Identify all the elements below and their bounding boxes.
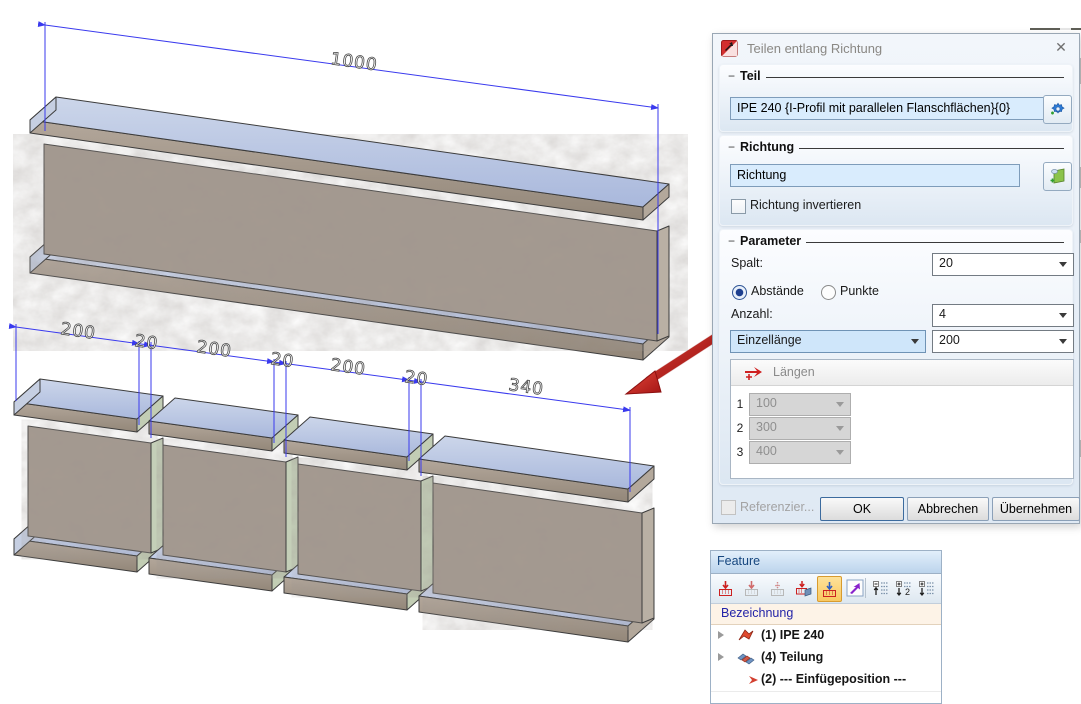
profile-icon [738, 629, 754, 641]
insert-position-arrow-icon [743, 676, 758, 684]
group-parameter-label: Parameter [740, 234, 802, 248]
background-window-edge-gap [1060, 28, 1071, 30]
part-settings-button[interactable] [1043, 95, 1072, 124]
part-field[interactable]: IPE 240 {I-Profil mit parallelen Flansch… [730, 97, 1044, 120]
division-icon [737, 653, 755, 665]
richtung-field[interactable]: Richtung [730, 164, 1020, 187]
group-richtung: Richtung Richtung Richtung invertieren [719, 135, 1073, 226]
insert-feature-icon[interactable] [714, 576, 737, 600]
jump-insert-position-icon[interactable] [843, 576, 866, 600]
feature-toolbar: 2 [711, 574, 941, 604]
svg-text:20: 20 [269, 349, 295, 372]
referenzieren-checkbox [721, 500, 736, 515]
svg-text:2: 2 [905, 587, 910, 597]
anzahl-combobox[interactable]: 4 [932, 304, 1074, 327]
ok-button[interactable]: OK [820, 497, 904, 521]
laengen-table-header[interactable]: Längen [731, 360, 1073, 386]
beam-segment[interactable] [13, 378, 164, 573]
svg-text:20: 20 [403, 367, 429, 390]
split-dialog: Teilen entlang Richtung ✕ Teil IPE 240 {… [712, 33, 1080, 524]
feature-list-disabled-icon[interactable] [766, 576, 789, 600]
einzellaenge-combobox[interactable]: 200 [932, 330, 1074, 353]
move-up-list-icon[interactable] [869, 576, 892, 600]
row-number: 2 [736, 421, 744, 435]
close-icon[interactable]: ✕ [1053, 39, 1069, 55]
dialog-app-icon [721, 40, 738, 57]
beam-segment[interactable] [148, 397, 299, 592]
feature-panel: Feature 2 Bezeichnung (1) IPE 240 (4) Te… [710, 550, 942, 704]
dim-total-label: 1000 [329, 49, 379, 75]
sort-numbered-list-icon[interactable]: 2 [892, 576, 915, 600]
expand-chevron-icon[interactable] [718, 653, 724, 661]
row-number: 1 [736, 397, 744, 411]
feature-tree-row-ipe240[interactable]: (1) IPE 240 [711, 625, 941, 648]
chevron-down-icon [911, 339, 919, 344]
length-row-combobox: 400 [749, 441, 851, 464]
group-parameter: Parameter Spalt: 20 Abstände Punkte Anza… [719, 229, 1074, 485]
beam-full[interactable] [29, 96, 670, 361]
feature-tree-header[interactable]: Bezeichnung [711, 604, 941, 625]
svg-text:200: 200 [59, 319, 97, 344]
anzahl-label: Anzahl: [731, 307, 773, 321]
feature-copy-icon[interactable] [792, 576, 815, 600]
group-teil-label: Teil [740, 69, 761, 83]
beam-segment[interactable] [418, 435, 655, 643]
abstaende-radio[interactable] [732, 285, 747, 300]
chevron-down-icon [836, 450, 844, 455]
dialog-titlebar[interactable]: Teilen entlang Richtung ✕ [713, 34, 1079, 62]
length-mode-combobox[interactable]: Einzellänge [730, 330, 926, 353]
feature-tree-header-label: Bezeichnung [721, 606, 794, 620]
chevron-down-icon [836, 426, 844, 431]
referenzieren-label: Referenzier... [740, 500, 815, 514]
pick-direction-button[interactable] [1043, 162, 1072, 191]
svg-text:200: 200 [329, 355, 367, 380]
svg-text:20: 20 [133, 331, 159, 354]
move-down-list-icon[interactable] [915, 576, 938, 600]
abstaende-label: Abstände [751, 284, 804, 298]
chevron-down-icon [1059, 262, 1067, 267]
feature-tree-row-teilung[interactable]: (4) Teilung [711, 647, 941, 670]
svg-text:200: 200 [195, 337, 233, 362]
laengen-header-label: Längen [773, 365, 815, 379]
invert-direction-label: Richtung invertieren [750, 198, 862, 212]
insert-feature-disabled-icon[interactable] [740, 576, 763, 600]
gear-plus-icon [1051, 102, 1065, 115]
length-row-combobox: 300 [749, 417, 851, 440]
length-row-combobox: 100 [749, 393, 851, 416]
invert-direction-checkbox[interactable] [731, 199, 746, 214]
group-richtung-label: Richtung [740, 140, 795, 154]
chevron-down-icon [1059, 313, 1067, 318]
spalt-combobox[interactable]: 20 [932, 253, 1074, 276]
feature-panel-title: Feature [717, 554, 761, 568]
feature-tree-row-einfuegeposition[interactable]: (2) --- Einfügeposition --- [711, 669, 941, 692]
feature-panel-titlebar[interactable]: Feature [711, 551, 941, 574]
pick-direction-icon [1050, 168, 1065, 184]
apply-button[interactable]: Übernehmen [992, 497, 1080, 521]
dialog-title: Teilen entlang Richtung [747, 41, 883, 56]
expand-chevron-icon[interactable] [718, 631, 724, 639]
feature-active-icon[interactable] [817, 576, 842, 602]
background-window-edge [1030, 28, 1081, 30]
cancel-button[interactable]: Abbrechen [907, 497, 989, 521]
svg-text:340: 340 [507, 375, 545, 400]
row-number: 3 [736, 445, 744, 459]
spalt-label: Spalt: [731, 256, 763, 270]
chevron-down-icon [836, 402, 844, 407]
toolbar-separator [865, 578, 866, 598]
group-teil: Teil IPE 240 {I-Profil mit parallelen Fl… [719, 64, 1073, 132]
add-length-arrow-icon [745, 367, 762, 380]
laengen-table: Längen 1 100 2 300 3 400 [730, 359, 1074, 479]
beam-segment[interactable] [283, 416, 434, 611]
punkte-radio[interactable] [821, 285, 836, 300]
chevron-down-icon [1059, 339, 1067, 344]
punkte-label: Punkte [840, 284, 879, 298]
